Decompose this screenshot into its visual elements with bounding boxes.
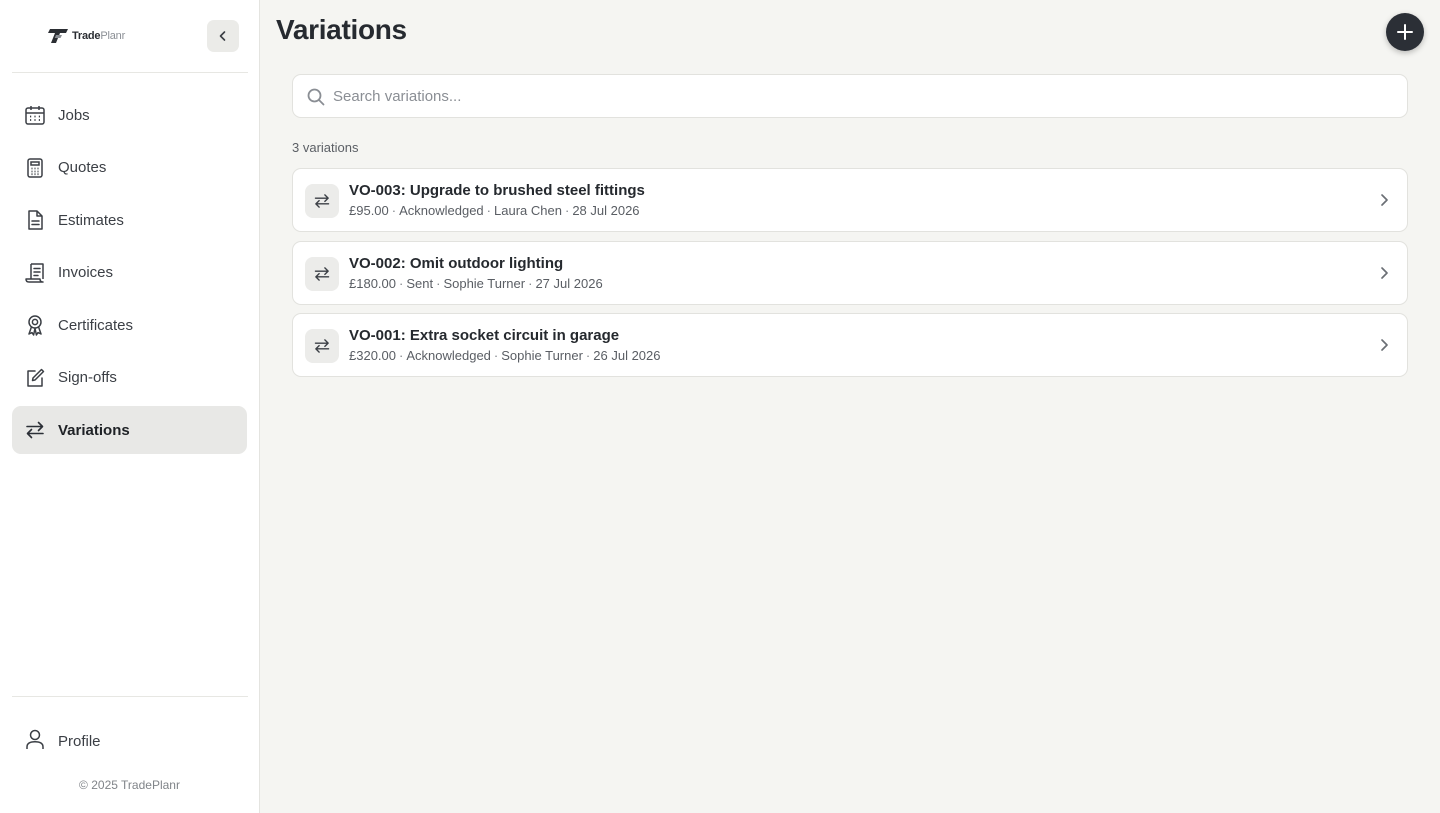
chevron-right-icon bbox=[1381, 194, 1388, 206]
variation-person: Sophie Turner bbox=[501, 348, 583, 363]
document-icon bbox=[24, 209, 46, 231]
search-input[interactable] bbox=[333, 75, 1393, 117]
arrows-swap-icon bbox=[305, 256, 339, 291]
page-title: Variations bbox=[276, 14, 407, 45]
variation-title: VO-002: Omit outdoor lighting bbox=[349, 254, 564, 272]
variation-date: 26 Jul 2026 bbox=[593, 348, 661, 363]
variation-amount: £95.00 bbox=[349, 203, 389, 218]
sidebar-item-certificates[interactable]: Certificates bbox=[12, 301, 247, 349]
variation-amount: £320.00 bbox=[349, 348, 396, 363]
variation-row[interactable]: VO-003: Upgrade to brushed steel fitting… bbox=[292, 168, 1408, 232]
arrows-swap-icon bbox=[305, 329, 339, 363]
plus-icon bbox=[1397, 24, 1413, 40]
sidebar-item-jobs[interactable]: Jobs bbox=[12, 91, 247, 139]
sidebar-nav: Jobs Quotes Estimates Invoices Certifica… bbox=[12, 91, 247, 459]
variation-row[interactable]: VO-001: Extra socket circuit in garage £… bbox=[292, 313, 1408, 377]
receipt-icon bbox=[24, 262, 46, 284]
variation-amount: £180.00 bbox=[349, 275, 396, 291]
variation-meta: £95.00 · Acknowledged · Laura Chen · 28 Jul 20… bbox=[349, 203, 640, 218]
variation-status: Acknowledged bbox=[399, 203, 484, 218]
sidebar-item-label: Estimates bbox=[58, 211, 124, 229]
award-icon bbox=[24, 314, 46, 336]
calculator-icon bbox=[24, 157, 46, 179]
main-content: Variations 3 variations VO-003: Upgrade … bbox=[260, 0, 1440, 813]
sidebar-item-label: Invoices bbox=[58, 264, 114, 281]
brand-name: TradePlanr bbox=[72, 30, 125, 42]
sidebar-item-label: Variations bbox=[58, 421, 130, 439]
sidebar-item-label: Jobs bbox=[58, 106, 90, 124]
chevron-right-icon bbox=[1381, 339, 1388, 351]
sidebar-item-estimates[interactable]: Estimates bbox=[12, 196, 247, 244]
chevron-left-icon bbox=[219, 31, 226, 41]
sidebar-item-profile[interactable]: Profile bbox=[12, 718, 247, 764]
variation-date: 27 Jul 2026 bbox=[535, 275, 603, 291]
variation-meta: £180.00 · Sent · Sophie Turner · 27 Jul 2026 bbox=[349, 275, 603, 291]
variation-date: 28 Jul 2026 bbox=[572, 203, 640, 218]
chevron-right-icon bbox=[1381, 266, 1388, 279]
variation-status: Sent bbox=[406, 275, 434, 291]
sidebar-item-quotes[interactable]: Quotes bbox=[12, 144, 247, 192]
variation-title: VO-001: Extra socket circuit in garage bbox=[349, 327, 620, 344]
brand-logo[interactable]: TradePlanr bbox=[47, 27, 125, 45]
calendar-icon bbox=[24, 104, 46, 126]
sidebar-item-label: Quotes bbox=[58, 159, 107, 176]
edit-square-icon bbox=[24, 367, 46, 389]
sidebar-item-invoices[interactable]: Invoices bbox=[12, 249, 247, 297]
copyright-text: © 2025 TradePlanr bbox=[79, 778, 180, 792]
sidebar-item-label: Certificates bbox=[58, 316, 134, 334]
sidebar-divider-bottom bbox=[12, 696, 248, 697]
add-variation-button[interactable] bbox=[1386, 13, 1424, 51]
sidebar-item-variations[interactable]: Variations bbox=[12, 406, 247, 454]
variation-title: VO-003: Upgrade to brushed steel fitting… bbox=[349, 182, 645, 199]
results-count: 3 variations bbox=[292, 140, 359, 155]
variation-row[interactable]: VO-002: Omit outdoor lighting £180.00 · Se… bbox=[292, 240, 1408, 305]
user-icon bbox=[24, 728, 46, 755]
search-icon bbox=[307, 88, 325, 106]
variation-person: Sophie Turner bbox=[443, 275, 526, 291]
search-box bbox=[292, 74, 1408, 118]
sidebar-divider-top bbox=[12, 72, 248, 73]
variations-list: VO-003: Upgrade to brushed steel fitting… bbox=[292, 168, 1408, 386]
arrows-swap-icon bbox=[305, 184, 339, 218]
variation-meta: £320.00 · Acknowledged · Sophie Turner · 26 Ju… bbox=[349, 348, 661, 363]
variation-person: Laura Chen bbox=[494, 203, 562, 218]
logo-mark-icon bbox=[48, 29, 68, 43]
collapse-sidebar-button[interactable] bbox=[207, 20, 239, 52]
profile-label: Profile bbox=[58, 732, 101, 750]
brand-name-primary: Trade bbox=[72, 30, 101, 42]
sidebar-item-signoffs[interactable]: Sign-offs bbox=[12, 354, 247, 402]
variation-status: Acknowledged bbox=[406, 348, 491, 363]
brand-name-secondary: Planr bbox=[100, 30, 126, 42]
sidebar-item-label: Sign-offs bbox=[58, 369, 117, 386]
sidebar: TradePlanr Jobs Quotes Estimates Invoice… bbox=[0, 0, 260, 813]
arrows-swap-icon bbox=[24, 419, 46, 441]
